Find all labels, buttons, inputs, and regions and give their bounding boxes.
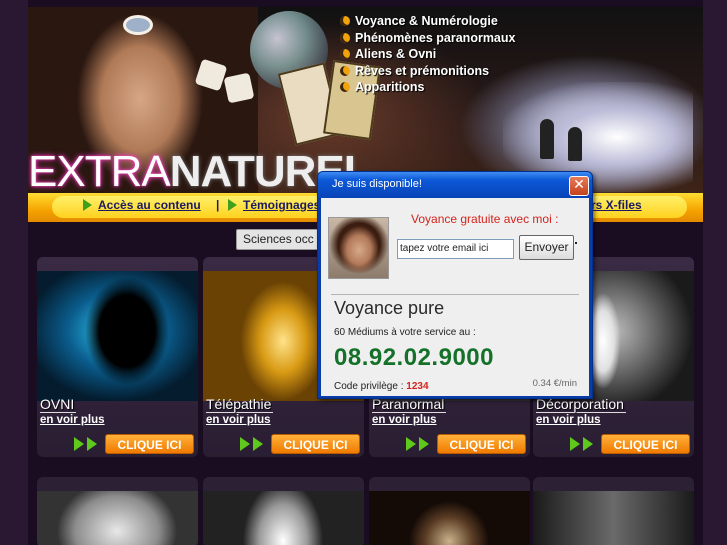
third-eye-icon [123,15,153,35]
medium-avatar [328,217,389,279]
moon-icon [340,82,350,93]
privilege-code: Code privilège : 1234 [334,381,429,392]
header-topic-item[interactable]: Rêves et prémonitions [340,63,515,80]
free-consultation-text: Voyance gratuite avec moi : [411,212,559,226]
moon-icon [340,32,350,43]
moon-icon [340,49,350,60]
divider [331,294,579,295]
popup-title: Je suis disponible! [332,178,422,190]
see-more-link[interactable]: en voir plus [206,414,271,426]
email-field[interactable]: tapez votre email ici [397,239,514,259]
card-title[interactable]: Télépathie [206,396,274,413]
double-arrow-icon [74,437,97,451]
double-arrow-icon [570,437,593,451]
arrow-right-icon [228,199,237,211]
mediums-text: 60 Médiums à votre service au : [334,327,476,338]
click-here-button[interactable]: CLIQUE ICI [271,434,360,454]
chat-popup-window: Je suis disponible! ✕ Voyance gratuite a… [317,171,593,399]
header-topic-item[interactable]: Phénomènes paranormaux [340,30,515,47]
phone-number[interactable]: 08.92.02.9000 [334,344,494,372]
card-row2-image [37,491,198,545]
nav-link-testimonials[interactable]: Témoignages [228,198,320,212]
page: Voyance & Numérologie Phénomènes paranor… [0,0,727,545]
nav-link-xfiles[interactable]: rs X-files [591,198,642,212]
dot-decoration [575,242,577,244]
card-row2[interactable] [533,477,694,545]
moon-icon [340,16,350,27]
section-title: Voyance pure [334,298,445,318]
price-per-minute: 0.34 €/min [532,378,577,389]
header-topic-list: Voyance & Numérologie Phénomènes paranor… [340,13,515,96]
category-select[interactable]: Sciences occ [236,229,326,250]
card-title[interactable]: OVNI [40,396,77,413]
silhouette-figure [540,119,554,159]
card-row2[interactable] [203,477,364,545]
arrow-right-icon [83,199,92,211]
card-row2[interactable] [37,477,198,545]
header-topic-item[interactable]: Voyance & Numérologie [340,13,515,30]
card-ovni[interactable]: OVNI en voir plus CLIQUE ICI [37,257,198,457]
card-row2-image [203,491,364,545]
send-button[interactable]: Envoyer [519,235,574,260]
dice-icon [223,72,255,104]
header-banner: Voyance & Numérologie Phénomènes paranor… [28,7,703,193]
card-row2-image [369,491,530,545]
header-topic-item[interactable]: Aliens & Ovni [340,46,515,63]
close-icon[interactable]: ✕ [569,176,589,196]
popup-titlebar[interactable]: Je suis disponible! ✕ [318,172,592,198]
click-here-button[interactable]: CLIQUE ICI [437,434,526,454]
card-row2[interactable] [369,477,530,545]
double-arrow-icon [240,437,263,451]
see-more-link[interactable]: en voir plus [372,414,437,426]
silhouette-figure [568,127,582,161]
click-here-button[interactable]: CLIQUE ICI [105,434,194,454]
header-topic-item[interactable]: Apparitions [340,79,515,96]
see-more-link[interactable]: en voir plus [40,414,105,426]
double-arrow-icon [406,437,429,451]
ovni-image [37,271,198,401]
nav-link-access[interactable]: Accès au contenu [83,198,201,212]
click-here-button[interactable]: CLIQUE ICI [601,434,690,454]
nav-separator: | [216,198,220,212]
moon-icon [340,65,350,76]
see-more-link[interactable]: en voir plus [536,414,601,426]
card-row2-image [533,491,694,545]
popup-body: Voyance gratuite avec moi : tapez votre … [321,198,589,396]
